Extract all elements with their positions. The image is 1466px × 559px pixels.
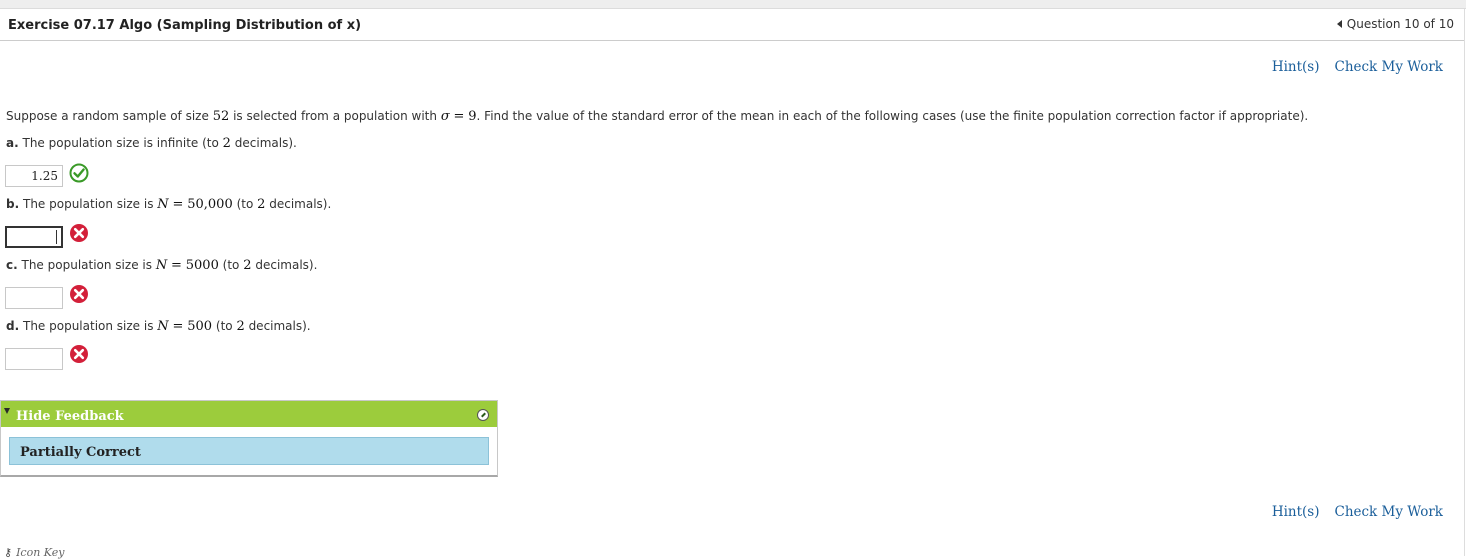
part-b-var: N xyxy=(157,197,169,212)
icon-key-label[interactable]: Icon Key xyxy=(16,546,64,559)
part-d-prompt: d. The population size is N = 500 (to 2 … xyxy=(6,319,311,334)
part-b-eq: = xyxy=(172,197,184,212)
question-nav-prev-icon[interactable] xyxy=(1336,20,1342,28)
key-icon: ⚷ xyxy=(4,546,13,559)
problem-intro-mid: is selected from a population with xyxy=(233,109,437,123)
problem-intro-after: . Find the value of the standard error o… xyxy=(476,109,1309,123)
part-c-prompt: c. The population size is N = 5000 (to 2… xyxy=(6,258,317,273)
tools-bottom: Hint(s) Check My Work xyxy=(1257,504,1443,520)
sample-size-value: 52 xyxy=(212,109,230,124)
problem-intro-before: Suppose a random sample of size xyxy=(6,109,209,123)
part-c-letter: c. xyxy=(6,258,18,272)
part-a-answer-input[interactable]: 1.25 xyxy=(5,165,63,187)
part-d-eq: = xyxy=(172,319,184,334)
feedback-header[interactable]: Hide Feedback xyxy=(1,401,497,427)
text-caret xyxy=(56,230,57,244)
part-c-answer-input[interactable] xyxy=(5,287,63,309)
part-a-letter: a. xyxy=(6,136,19,150)
check-my-work-link[interactable]: Check My Work xyxy=(1334,59,1443,75)
part-c-decimals: 2 xyxy=(243,258,252,273)
correct-check-icon xyxy=(69,163,89,183)
part-b-prompt: b. The population size is N = 50,000 (to… xyxy=(6,197,331,212)
part-b-letter: b. xyxy=(6,197,20,211)
part-b-answer-input[interactable] xyxy=(5,226,63,248)
hints-link[interactable]: Hint(s) xyxy=(1272,59,1320,75)
part-d-var: N xyxy=(157,319,169,334)
question-nav-label[interactable]: Question 10 of 10 xyxy=(1347,17,1454,31)
part-a-text: The population size is infinite (to xyxy=(22,136,219,150)
sigma-symbol: σ xyxy=(440,109,450,124)
question-nav[interactable]: Question 10 of 10 xyxy=(1336,17,1454,31)
hide-feedback-toggle[interactable]: Hide Feedback xyxy=(16,409,124,424)
check-my-work-link-bottom[interactable]: Check My Work xyxy=(1334,504,1443,520)
part-b-decimals: 2 xyxy=(257,197,266,212)
part-d-paren: (to xyxy=(215,319,233,333)
exercise-header: Exercise 07.17 Algo (Sampling Distributi… xyxy=(0,9,1465,41)
exercise-title: Exercise 07.17 Algo (Sampling Distributi… xyxy=(8,18,362,33)
part-b-n-value: 50,000 xyxy=(187,197,233,212)
part-d-suffix: decimals). xyxy=(248,319,311,333)
hints-link-bottom[interactable]: Hint(s) xyxy=(1272,504,1320,520)
part-d-answer-input[interactable] xyxy=(5,348,63,370)
part-b-text: The population size is xyxy=(22,197,154,211)
incorrect-x-icon xyxy=(70,224,88,242)
part-a-decimals: 2 xyxy=(222,136,231,151)
part-d-letter: d. xyxy=(6,319,20,333)
sigma-equals: = xyxy=(453,109,465,124)
right-border xyxy=(1464,40,1465,556)
part-d-n-value: 500 xyxy=(187,319,213,334)
part-a-suffix: decimals). xyxy=(234,136,297,150)
part-d-text: The population size is xyxy=(22,319,154,333)
part-a-prompt: a. The population size is infinite (to 2… xyxy=(6,136,297,151)
part-c-var: N xyxy=(155,258,168,273)
part-c-suffix: decimals). xyxy=(255,258,318,272)
feedback-collapse-icon[interactable] xyxy=(4,408,10,414)
feedback-status-box: Partially Correct xyxy=(9,437,489,465)
part-c-eq: = xyxy=(171,258,182,273)
feedback-edit-icon[interactable] xyxy=(477,409,489,421)
part-b-suffix: decimals). xyxy=(269,197,332,211)
tools-top: Hint(s) Check My Work xyxy=(1257,59,1443,75)
part-c-text: The population size is xyxy=(21,258,152,272)
problem-statement: Suppose a random sample of size 52 is se… xyxy=(6,109,1308,124)
sigma-value: 9 xyxy=(468,109,477,124)
part-c-paren: (to xyxy=(222,258,240,272)
icon-key[interactable]: ⚷ Icon Key xyxy=(4,546,64,559)
part-b-paren: (to xyxy=(236,197,254,211)
feedback-status: Partially Correct xyxy=(20,445,141,460)
incorrect-x-icon xyxy=(70,285,88,303)
part-d-decimals: 2 xyxy=(236,319,245,334)
incorrect-x-icon xyxy=(70,345,88,363)
top-strip xyxy=(0,0,1466,9)
part-c-n-value: 5000 xyxy=(185,258,219,273)
feedback-panel: Hide Feedback Partially Correct xyxy=(0,400,498,477)
